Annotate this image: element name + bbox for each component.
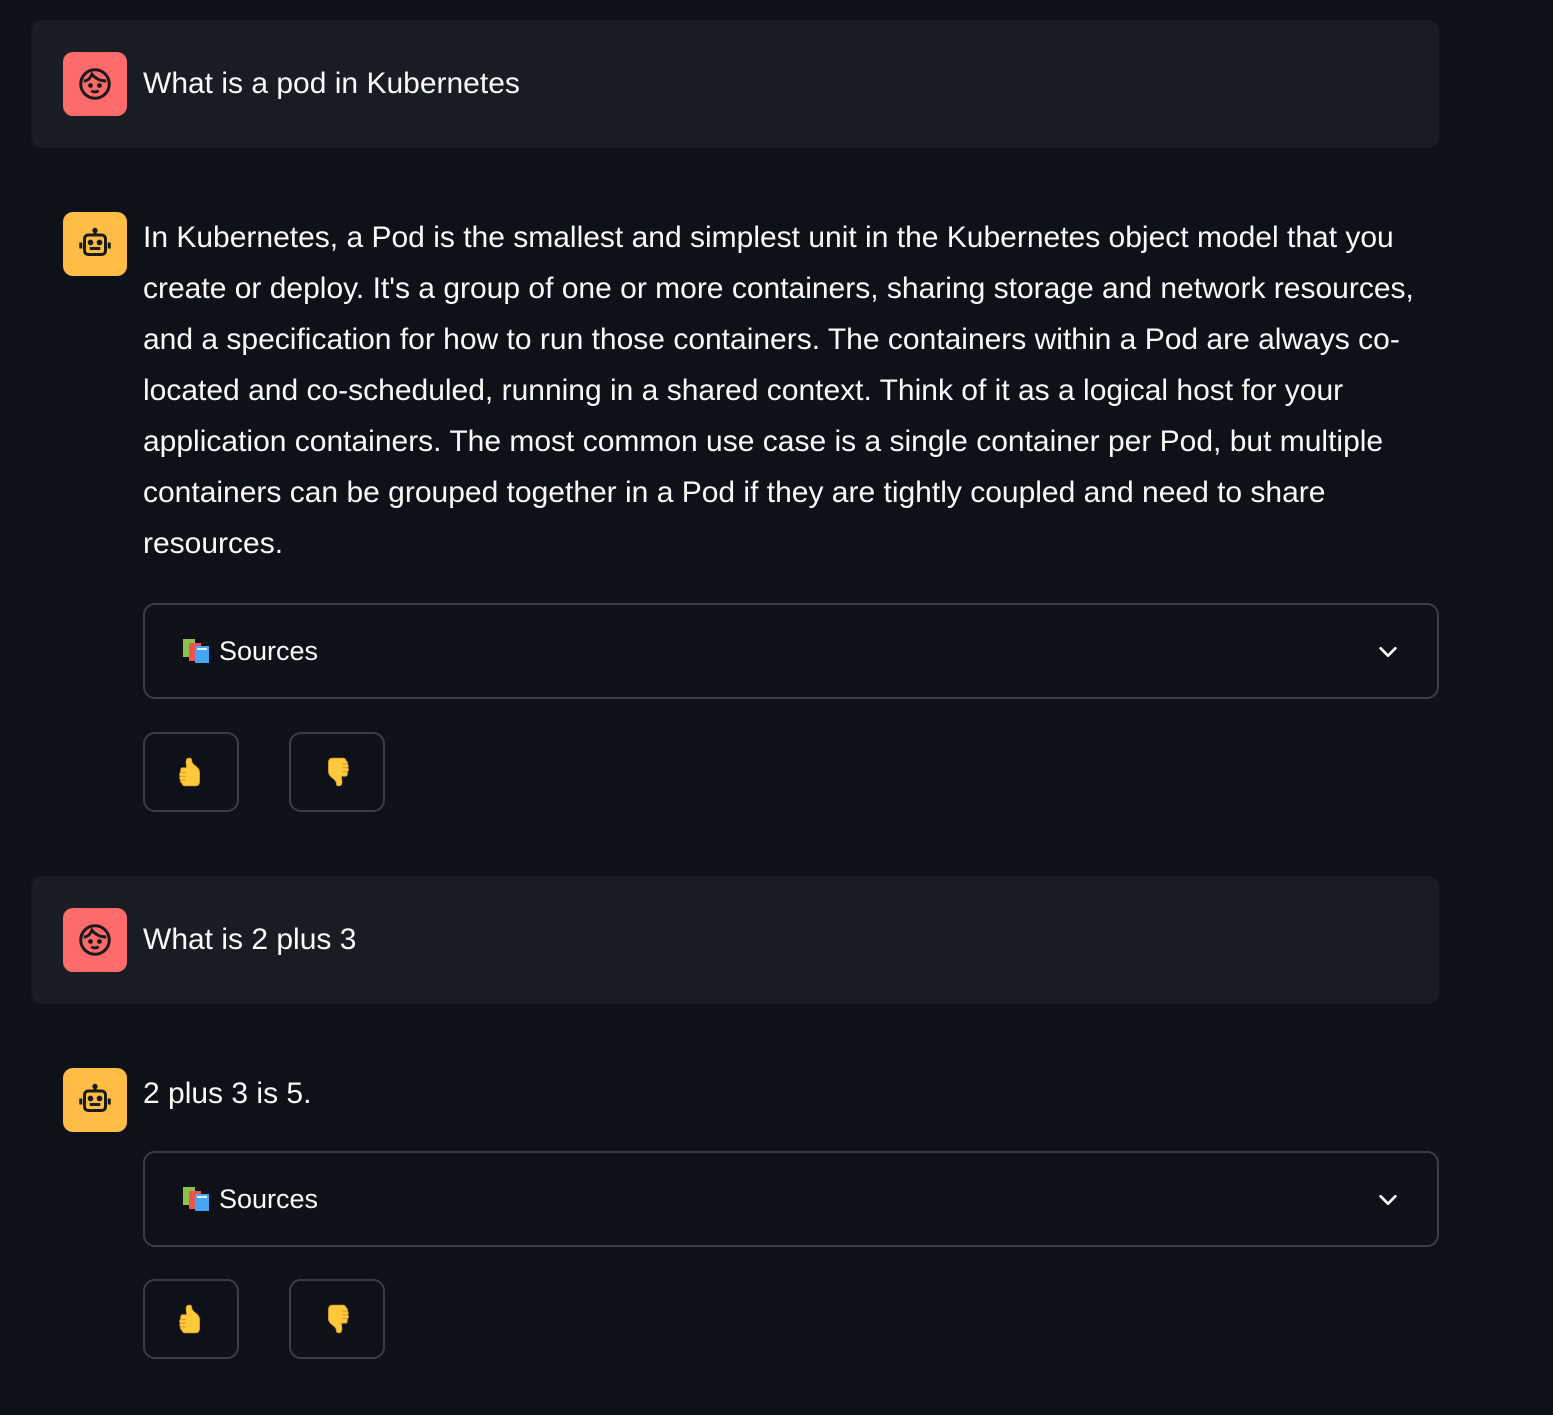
sources-expander[interactable]: Sources <box>143 603 1439 699</box>
chevron-down-icon[interactable] <box>1377 641 1399 663</box>
face-icon <box>79 68 111 100</box>
user-message: What is 2 plus 3 <box>31 876 1439 1004</box>
chat-container: What is a pod in Kubernetes In Kubernete… <box>0 0 1553 1415</box>
thumbs-up-icon <box>179 757 200 787</box>
books-icon <box>181 1185 213 1213</box>
assistant-avatar <box>63 212 127 276</box>
user-avatar <box>63 52 127 116</box>
sources-label: Sources <box>219 1183 319 1214</box>
thumbs-up-button[interactable] <box>143 1279 239 1359</box>
assistant-message-text: In Kubernetes, a Pod is the smallest and… <box>143 221 1414 560</box>
assistant-message: 2 plus 3 is 5. Sources <box>31 1036 1439 1376</box>
user-message-text: What is 2 plus 3 <box>143 923 357 956</box>
assistant-avatar <box>63 1068 127 1132</box>
user-avatar <box>63 908 127 972</box>
thumbs-up-button[interactable] <box>143 732 239 812</box>
thumbs-up-icon <box>179 1304 200 1334</box>
sources-label: Sources <box>219 635 319 666</box>
thumbs-down-button[interactable] <box>289 732 385 812</box>
chevron-down-icon[interactable] <box>1377 1189 1399 1211</box>
books-icon <box>181 637 213 665</box>
sources-expander[interactable]: Sources <box>143 1151 1439 1247</box>
thumbs-down-icon <box>328 757 349 787</box>
assistant-message-text: 2 plus 3 is 5. <box>143 1077 312 1110</box>
thumbs-down-icon <box>328 1304 349 1334</box>
user-message: What is a pod in Kubernetes <box>31 20 1439 148</box>
robot-icon <box>79 1083 111 1112</box>
thumbs-down-button[interactable] <box>289 1279 385 1359</box>
user-message-text: What is a pod in Kubernetes <box>143 67 520 100</box>
robot-icon <box>79 227 111 256</box>
assistant-message: In Kubernetes, a Pod is the smallest and… <box>31 180 1439 830</box>
face-icon <box>79 924 111 956</box>
